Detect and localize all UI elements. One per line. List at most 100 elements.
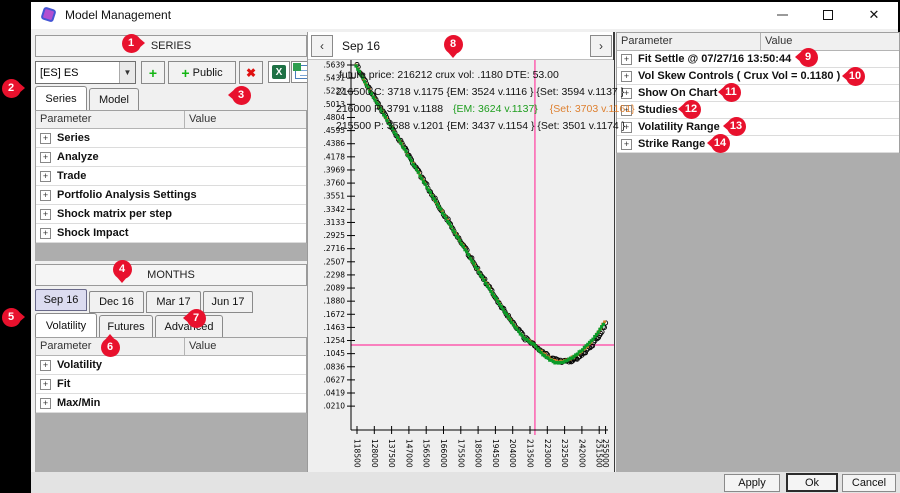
delete-series-button[interactable]: ✖ bbox=[239, 61, 263, 84]
model-settings-table: Parameter Value + Fit Settle @ 07/27/16 1… bbox=[616, 32, 900, 153]
tab-series[interactable]: Series bbox=[35, 86, 87, 110]
svg-text:.2716: .2716 bbox=[324, 244, 346, 253]
next-month-button[interactable]: › bbox=[590, 35, 612, 57]
table-rows: +Series+Analyze+Trade+Portfolio Analysis… bbox=[36, 129, 306, 243]
svg-text:.1880: .1880 bbox=[324, 297, 346, 306]
svg-text:.1463: .1463 bbox=[324, 323, 346, 332]
left-panel-filler bbox=[35, 413, 307, 472]
add-public-series-button[interactable]: + Public bbox=[168, 61, 236, 84]
svg-text:242000: 242000 bbox=[577, 439, 586, 468]
month-tab-dec-16[interactable]: Dec 16 bbox=[89, 291, 144, 313]
series-param-row[interactable]: + Shock Impact bbox=[36, 224, 306, 243]
badge-tail bbox=[672, 103, 685, 115]
table-header: Parameter Value bbox=[36, 111, 306, 129]
months-group-header: MONTHS bbox=[35, 264, 307, 286]
svg-text:.2298: .2298 bbox=[324, 270, 346, 279]
svg-text:.1045: .1045 bbox=[324, 349, 346, 358]
svg-text:.3969: .3969 bbox=[324, 165, 346, 174]
close-button[interactable]: ✕ bbox=[852, 2, 896, 28]
expand-plus-icon[interactable]: + bbox=[40, 228, 51, 239]
expand-plus-icon[interactable]: + bbox=[40, 398, 51, 409]
svg-text:.3551: .3551 bbox=[324, 192, 346, 201]
series-param-row-label: Trade bbox=[57, 170, 86, 182]
expand-plus-icon[interactable]: + bbox=[621, 71, 632, 82]
export-excel-button[interactable]: X bbox=[268, 61, 290, 83]
callout-badge-12: 12 bbox=[682, 100, 701, 119]
right-panel-filler bbox=[616, 153, 900, 472]
plus-icon: + bbox=[181, 65, 189, 81]
month-tab-sep-16[interactable]: Sep 16 bbox=[35, 289, 87, 311]
chevron-down-icon[interactable]: ▼ bbox=[119, 62, 135, 83]
value-column-header: Value bbox=[184, 338, 306, 355]
expand-plus-icon[interactable]: + bbox=[40, 152, 51, 163]
add-series-button[interactable]: + bbox=[141, 61, 165, 84]
series-param-row[interactable]: + Analyze bbox=[36, 148, 306, 167]
expand-plus-icon[interactable]: + bbox=[621, 54, 632, 65]
series-param-row[interactable]: + Trade bbox=[36, 167, 306, 186]
maximize-icon bbox=[823, 10, 833, 20]
series-param-row[interactable]: +Portfolio Analysis Settings bbox=[36, 186, 306, 205]
model-setting-row[interactable]: +Volatility Range bbox=[617, 119, 899, 136]
series-param-row[interactable]: +Shock matrix per step bbox=[36, 205, 306, 224]
badge-tail bbox=[104, 328, 116, 341]
svg-text:.0627: .0627 bbox=[324, 375, 346, 384]
callout-badge-14: 14 bbox=[711, 134, 730, 153]
chart-month-title: Sep 16 bbox=[342, 39, 380, 53]
tab-model[interactable]: Model bbox=[89, 88, 139, 110]
parameter-column-header: Parameter bbox=[617, 33, 760, 50]
callout-badge-11: 11 bbox=[722, 83, 741, 102]
table-header: Parameter Value bbox=[36, 338, 306, 356]
expand-plus-icon[interactable]: + bbox=[40, 133, 51, 144]
svg-text:.2089: .2089 bbox=[324, 284, 346, 293]
svg-text:.2507: .2507 bbox=[324, 257, 346, 266]
badge-tail bbox=[701, 137, 714, 149]
svg-text:166000: 166000 bbox=[439, 439, 448, 468]
vol-param-row[interactable]: +Volatility bbox=[36, 356, 306, 375]
svg-text:147000: 147000 bbox=[404, 439, 413, 468]
expand-plus-icon[interactable]: + bbox=[40, 209, 51, 220]
expand-plus-icon[interactable]: + bbox=[40, 379, 51, 390]
chart-overlay-call-quote: 216500 C: 3718 v.1175 {EM: 3524 v.1116 }… bbox=[336, 86, 624, 98]
callout-badge-13: 13 bbox=[727, 117, 746, 136]
badge-tail bbox=[717, 120, 730, 132]
callout-badge-2: 2 bbox=[2, 79, 21, 98]
ok-button[interactable]: Ok bbox=[786, 473, 838, 492]
apply-button[interactable]: Apply bbox=[724, 474, 780, 492]
svg-text:.0419: .0419 bbox=[324, 389, 346, 398]
expand-plus-icon[interactable]: + bbox=[40, 190, 51, 201]
put-quote-set: {Set: 3703 v.1161} bbox=[550, 103, 635, 115]
left-panel-filler bbox=[35, 243, 307, 261]
expand-plus-icon[interactable]: + bbox=[40, 171, 51, 182]
series-param-row[interactable]: +Series bbox=[36, 129, 306, 148]
plus-icon: + bbox=[149, 65, 157, 81]
expand-plus-icon[interactable]: + bbox=[40, 360, 51, 371]
callout-badge-9: 9 bbox=[799, 48, 818, 67]
vol-param-row[interactable]: + Max/Min bbox=[36, 394, 306, 413]
minimize-button[interactable] bbox=[760, 2, 804, 28]
model-setting-row[interactable]: +Studies bbox=[617, 102, 899, 119]
badge-tail bbox=[789, 51, 802, 63]
svg-text:.1672: .1672 bbox=[324, 310, 346, 319]
table-header: Parameter Value bbox=[617, 33, 899, 51]
svg-text:213500: 213500 bbox=[526, 439, 535, 468]
month-tab-jun-17[interactable]: Jun 17 bbox=[203, 291, 253, 313]
cancel-button[interactable]: Cancel bbox=[842, 474, 896, 492]
vol-param-row-label: Max/Min bbox=[57, 397, 100, 409]
tab-volatility[interactable]: Volatility bbox=[35, 313, 97, 337]
prev-month-button[interactable]: ‹ bbox=[311, 35, 333, 57]
svg-text:156500: 156500 bbox=[422, 439, 431, 468]
vol-param-row[interactable]: +Fit bbox=[36, 375, 306, 394]
model-setting-row-label: Fit Settle @ 07/27/16 13:50:44 bbox=[638, 53, 791, 65]
series-combo-value: [ES] ES bbox=[36, 67, 119, 79]
model-management-window: Model Management ✕ SERIES [ES] ES ▼ + + … bbox=[29, 0, 900, 493]
series-param-row-label: Analyze bbox=[57, 151, 99, 163]
series-param-row-label: Shock Impact bbox=[57, 227, 129, 239]
series-combo[interactable]: [ES] ES ▼ bbox=[35, 61, 136, 84]
maximize-button[interactable] bbox=[806, 2, 850, 28]
model-setting-row-label: Volatility Range bbox=[638, 121, 720, 133]
expand-plus-icon[interactable]: + bbox=[621, 139, 632, 150]
model-setting-row[interactable]: +Show On Chart bbox=[617, 85, 899, 102]
model-setting-row[interactable]: + Fit Settle @ 07/27/16 13:50:44 bbox=[617, 51, 899, 68]
put-quote-text: 216000 P: 3791 v.1188 bbox=[336, 103, 443, 115]
model-setting-row[interactable]: +Strike Range bbox=[617, 136, 899, 153]
